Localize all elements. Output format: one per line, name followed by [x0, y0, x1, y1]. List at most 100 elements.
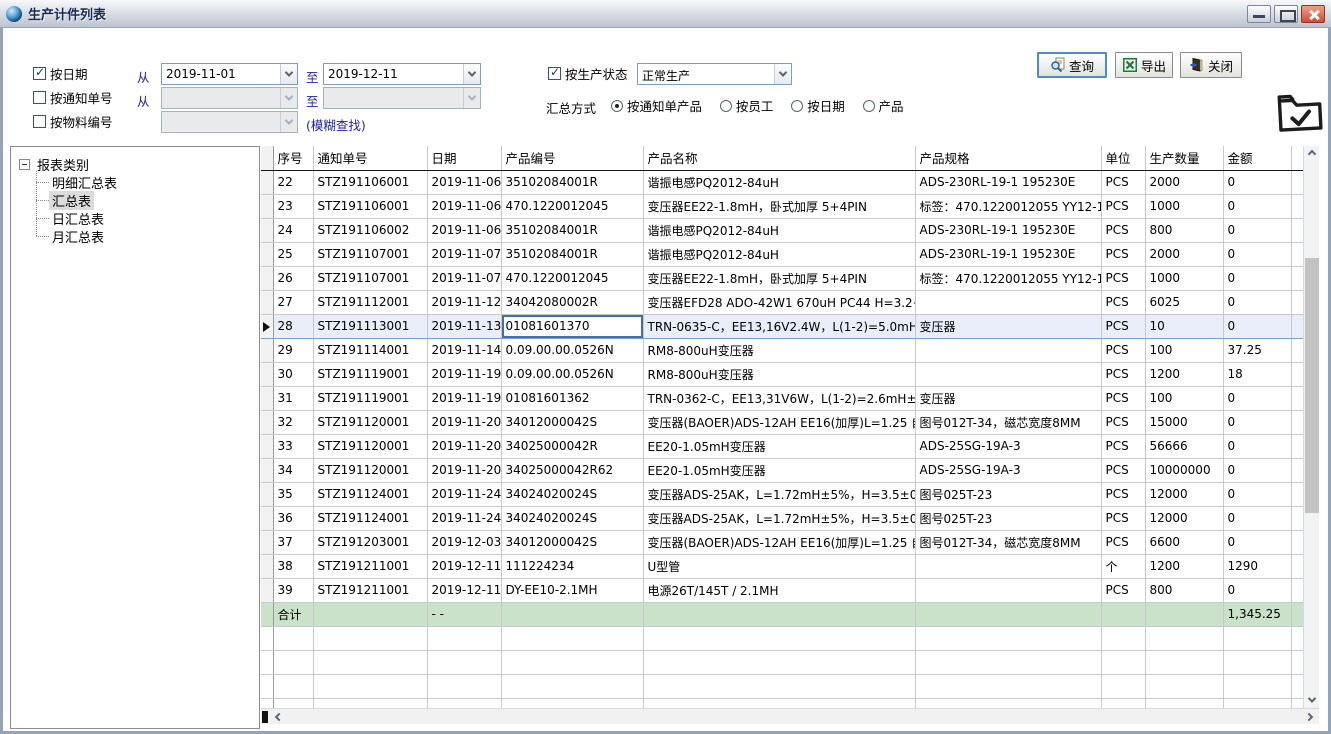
- tree-collapse-icon[interactable]: [19, 159, 30, 170]
- cell-amount[interactable]: 0: [1223, 458, 1291, 482]
- cell-code[interactable]: 35102084001R: [501, 218, 643, 242]
- tree-item[interactable]: 汇总表: [36, 191, 255, 209]
- cell-date[interactable]: 2019-11-12: [427, 290, 501, 314]
- cell-qty[interactable]: 12000: [1145, 506, 1223, 530]
- row-selector[interactable]: [261, 578, 273, 602]
- cell-date[interactable]: 2019-11-20: [427, 458, 501, 482]
- cell-date[interactable]: 2019-11-20: [427, 410, 501, 434]
- table-row[interactable]: 合计 - - 1,345.25: [261, 602, 1303, 626]
- col-header-amount[interactable]: 金额: [1223, 146, 1291, 170]
- row-selector[interactable]: [261, 506, 273, 530]
- cell-no[interactable]: 24: [273, 218, 313, 242]
- cell-no[interactable]: 26: [273, 266, 313, 290]
- cell-code[interactable]: 01081601362: [501, 386, 643, 410]
- cell-unit[interactable]: PCS: [1101, 314, 1145, 338]
- cell-unit[interactable]: PCS: [1101, 218, 1145, 242]
- cell-amount[interactable]: 0: [1223, 410, 1291, 434]
- row-selector[interactable]: [261, 410, 273, 434]
- cell-no[interactable]: 36: [273, 506, 313, 530]
- cell-date[interactable]: 2019-11-24: [427, 506, 501, 530]
- cell-notice[interactable]: STZ191119001: [313, 386, 427, 410]
- cell-date[interactable]: 2019-11-19: [427, 386, 501, 410]
- cell-no[interactable]: 39: [273, 578, 313, 602]
- scroll-left-icon[interactable]: [271, 709, 287, 725]
- cell-notice[interactable]: STZ191113001: [313, 314, 427, 338]
- table-row[interactable]: 35 STZ191124001 2019-11-24 34024020024S …: [261, 482, 1303, 506]
- cell-notice[interactable]: STZ191119001: [313, 362, 427, 386]
- chevron-down-icon[interactable]: [463, 64, 480, 84]
- summary-radio-option[interactable]: 按通知单产品: [611, 96, 702, 115]
- cell-amount[interactable]: 37.25: [1223, 338, 1291, 362]
- cell-spec[interactable]: [915, 362, 1101, 386]
- cell-date[interactable]: 2019-11-07: [427, 242, 501, 266]
- cell-code[interactable]: 34042080002R: [501, 290, 643, 314]
- table-row[interactable]: 29 STZ191114001 2019-11-14 0.09.00.00.05…: [261, 338, 1303, 362]
- cell-code[interactable]: 34025000042R: [501, 434, 643, 458]
- cell-notice[interactable]: STZ191203001: [313, 530, 427, 554]
- row-selector[interactable]: [261, 218, 273, 242]
- cell-code[interactable]: 35102084001R: [501, 242, 643, 266]
- table-row[interactable]: 24 STZ191106002 2019-11-06 35102084001R …: [261, 218, 1303, 242]
- table-row[interactable]: 37 STZ191203001 2019-12-03 34012000042S …: [261, 530, 1303, 554]
- cell-qty[interactable]: 10000000: [1145, 458, 1223, 482]
- scroll-down-icon[interactable]: [1304, 692, 1320, 708]
- cell-spec[interactable]: [915, 578, 1101, 602]
- cell-notice[interactable]: STZ191211001: [313, 578, 427, 602]
- cell-notice[interactable]: STZ191107001: [313, 266, 427, 290]
- close-form-button[interactable]: 关闭: [1180, 52, 1242, 78]
- cell-amount[interactable]: 0: [1223, 266, 1291, 290]
- cell-amount[interactable]: 0: [1223, 482, 1291, 506]
- cell-date[interactable]: - -: [427, 602, 501, 626]
- cell-notice[interactable]: STZ191106001: [313, 170, 427, 194]
- cell-unit[interactable]: PCS: [1101, 530, 1145, 554]
- table-row[interactable]: 39 STZ191211001 2019-12-11 DY-EE10-2.1MH…: [261, 578, 1303, 602]
- table-row[interactable]: 38 STZ191211001 2019-12-11 111224234 U型管…: [261, 554, 1303, 578]
- minimize-button[interactable]: [1247, 5, 1271, 23]
- checkbox-icon[interactable]: [33, 115, 46, 128]
- row-selector[interactable]: [261, 482, 273, 506]
- cell-no[interactable]: 34: [273, 458, 313, 482]
- cell-code[interactable]: 34024020024S: [501, 506, 643, 530]
- cell-notice[interactable]: STZ191114001: [313, 338, 427, 362]
- table-row[interactable]: 22 STZ191106001 2019-11-06 35102084001R …: [261, 170, 1303, 194]
- checkbox-icon[interactable]: [33, 67, 46, 80]
- col-header-qty[interactable]: 生产数量: [1145, 146, 1223, 170]
- cell-amount[interactable]: 0: [1223, 434, 1291, 458]
- cell-notice[interactable]: STZ191107001: [313, 242, 427, 266]
- col-header-notice[interactable]: 通知单号: [313, 146, 427, 170]
- cell-name[interactable]: RM8-800uH变压器: [643, 338, 915, 362]
- cell-no[interactable]: 29: [273, 338, 313, 362]
- cell-no[interactable]: 35: [273, 482, 313, 506]
- query-button[interactable]: 查询: [1037, 52, 1107, 78]
- cell-amount[interactable]: 18: [1223, 362, 1291, 386]
- cell-code[interactable]: 111224234: [501, 554, 643, 578]
- cell-qty[interactable]: 12000: [1145, 482, 1223, 506]
- cell-spec[interactable]: [915, 290, 1101, 314]
- cell-spec[interactable]: 图号025T-23: [915, 482, 1101, 506]
- cell-no[interactable]: 30: [273, 362, 313, 386]
- cell-name[interactable]: [643, 602, 915, 626]
- row-selector[interactable]: [261, 290, 273, 314]
- table-row[interactable]: 25 STZ191107001 2019-11-07 35102084001R …: [261, 242, 1303, 266]
- cell-name[interactable]: 谐振电感PQ2012-84uH: [643, 242, 915, 266]
- cell-notice[interactable]: STZ191106001: [313, 194, 427, 218]
- cell-notice[interactable]: STZ191106002: [313, 218, 427, 242]
- vertical-scrollbar-thumb[interactable]: [1305, 258, 1319, 513]
- cell-name[interactable]: 变压器EFD28 ADO-42W1 670uH PC44 H=3.2+0.4: [643, 290, 915, 314]
- tree-root[interactable]: 报表类别: [15, 155, 255, 173]
- col-header-code[interactable]: 产品编号: [501, 146, 643, 170]
- chevron-down-icon[interactable]: [280, 64, 297, 84]
- cell-spec[interactable]: 标签：470.1220012055 YY12-1: [915, 194, 1101, 218]
- cell-unit[interactable]: PCS: [1101, 386, 1145, 410]
- cell-spec[interactable]: 图号025T-23: [915, 506, 1101, 530]
- cell-qty[interactable]: 800: [1145, 578, 1223, 602]
- summary-radio-option[interactable]: 产品: [863, 96, 904, 115]
- table-row[interactable]: 32 STZ191120001 2019-11-20 34012000042S …: [261, 410, 1303, 434]
- cell-no[interactable]: 27: [273, 290, 313, 314]
- chevron-down-icon[interactable]: [280, 112, 297, 132]
- maximize-button[interactable]: [1274, 5, 1298, 23]
- cell-unit[interactable]: PCS: [1101, 170, 1145, 194]
- tree-item[interactable]: 月汇总表: [36, 227, 255, 245]
- cell-name[interactable]: 变压器(BAOER)ADS-12AH EE16(加厚)L=1.25 自动: [643, 410, 915, 434]
- row-selector[interactable]: [261, 362, 273, 386]
